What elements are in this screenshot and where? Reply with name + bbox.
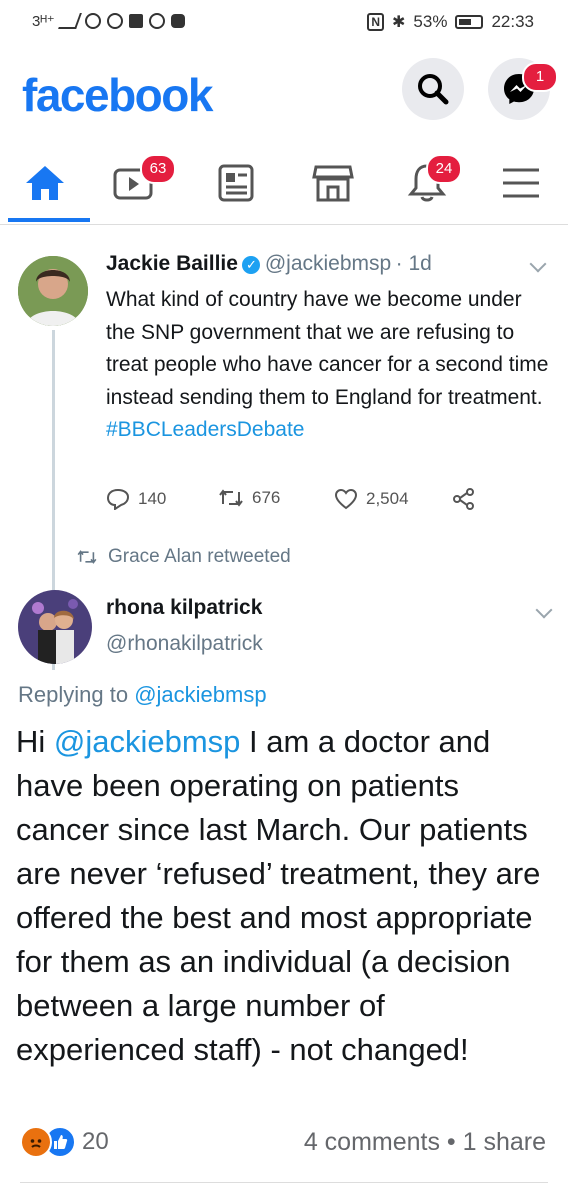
rhona-avatar[interactable]: [18, 590, 92, 664]
messenger-badge: 1: [522, 62, 558, 92]
retweet-action[interactable]: 676: [218, 488, 280, 508]
replying-handle[interactable]: @jackiebmsp: [134, 682, 266, 707]
person-photo: [18, 590, 92, 664]
tweet2-handle-wrap: @rhonakilpatrick: [106, 632, 263, 656]
status-bar: 3ᴴ⁺ N ✱ 53% 22:33: [0, 0, 568, 46]
tab-menu[interactable]: [486, 156, 556, 210]
person-photo: [18, 256, 88, 326]
tweet1-text: What kind of country have we become unde…: [106, 288, 549, 409]
tweet1-text-block: What kind of country have we become unde…: [106, 284, 556, 447]
facebook-logo[interactable]: facebook: [22, 68, 213, 122]
replying-prefix: Replying to: [18, 682, 135, 707]
retweet-note-text: Grace Alan retweeted: [108, 546, 291, 567]
clock: 22:33: [491, 12, 534, 31]
retweet-note: Grace Alan retweeted: [76, 546, 291, 568]
eye-icon: [106, 13, 123, 29]
share-icon: [453, 488, 474, 510]
tweet1-hashtag[interactable]: #BBCLeadersDebate: [106, 418, 304, 441]
reaction-count: 20: [82, 1128, 109, 1155]
chevron-down-icon[interactable]: [535, 601, 553, 619]
search-icon: [418, 74, 449, 105]
network-indicator: 3ᴴ⁺: [32, 13, 55, 30]
retweet-icon: [219, 489, 243, 507]
tweet2-author-name[interactable]: rhona kilpatrick: [106, 596, 262, 619]
nav-tabs: 63 24: [0, 150, 568, 225]
watch-badge: 63: [140, 154, 176, 184]
heart-icon: [334, 488, 358, 510]
tweet1-author-name[interactable]: Jackie Baillie: [106, 252, 238, 275]
search-button[interactable]: [402, 58, 464, 120]
retweet-count: 676: [252, 488, 281, 507]
tweet1-actions: 140 676 2,504: [106, 488, 506, 518]
youtube-icon: [170, 14, 185, 28]
nfc-icon: N: [367, 13, 385, 31]
notifications-badge: 24: [426, 154, 462, 184]
reply-count: 140: [138, 489, 167, 508]
facebook-notif-icon: [128, 14, 143, 28]
comments-shares[interactable]: 4 comments • 1 share: [304, 1128, 546, 1157]
tweet2-text: I am a doctor and have been operating on…: [16, 724, 541, 1067]
tweet2-greeting: Hi: [16, 724, 54, 759]
replying-to: Replying to @jackiebmsp: [18, 682, 267, 708]
battery-icon: [455, 15, 484, 29]
tweet2-author-name-wrap: rhona kilpatrick: [106, 596, 262, 620]
home-icon: [26, 166, 64, 200]
like-count: 2,504: [366, 489, 409, 508]
data-icon: [84, 13, 101, 29]
tab-home[interactable]: [10, 156, 80, 210]
reply-icon: [106, 488, 130, 510]
tweet2-mention[interactable]: @jackiebmsp: [54, 724, 241, 759]
tab-news[interactable]: [200, 156, 270, 210]
tweet1-handle[interactable]: @jackiebmsp: [265, 252, 391, 275]
tweet1-age: · 1d: [395, 252, 432, 275]
app-header: facebook: [0, 46, 568, 146]
battery-percent: 53%: [413, 12, 448, 31]
share-action[interactable]: [452, 488, 476, 510]
marketplace-icon: [312, 165, 354, 202]
verified-badge-icon: ✓: [242, 256, 261, 274]
status-left: 3ᴴ⁺: [32, 12, 185, 30]
status-right: N ✱ 53% 22:33: [367, 12, 534, 32]
tweet2-text-block: Hi @jackiebmsp I am a doctor and have be…: [16, 720, 556, 1072]
active-tab-indicator: [8, 218, 90, 222]
hamburger-menu-icon: [503, 168, 539, 198]
shared-image[interactable]: Jackie Baillie ✓ @jackiebmsp · 1d What k…: [0, 226, 568, 1101]
like-action[interactable]: 2,504: [334, 488, 409, 510]
jackie-avatar[interactable]: [18, 256, 88, 326]
circle-icon: [148, 13, 165, 29]
reply-action[interactable]: 140: [106, 488, 166, 510]
divider: [20, 1182, 548, 1183]
angry-reaction-icon: [20, 1126, 52, 1158]
tab-marketplace[interactable]: [298, 156, 368, 210]
post-footer: 20 4 comments • 1 share: [0, 1112, 568, 1172]
chevron-down-icon[interactable]: [529, 255, 547, 273]
tweet1-header: Jackie Baillie ✓ @jackiebmsp · 1d: [106, 252, 432, 276]
news-icon: [218, 164, 254, 202]
retweet-small-icon: [77, 550, 97, 564]
reactions-summary[interactable]: 20: [20, 1126, 109, 1158]
tweet2-handle[interactable]: @rhonakilpatrick: [106, 632, 263, 655]
signal-icon: [57, 13, 82, 29]
bluetooth-icon: ✱: [392, 14, 406, 31]
